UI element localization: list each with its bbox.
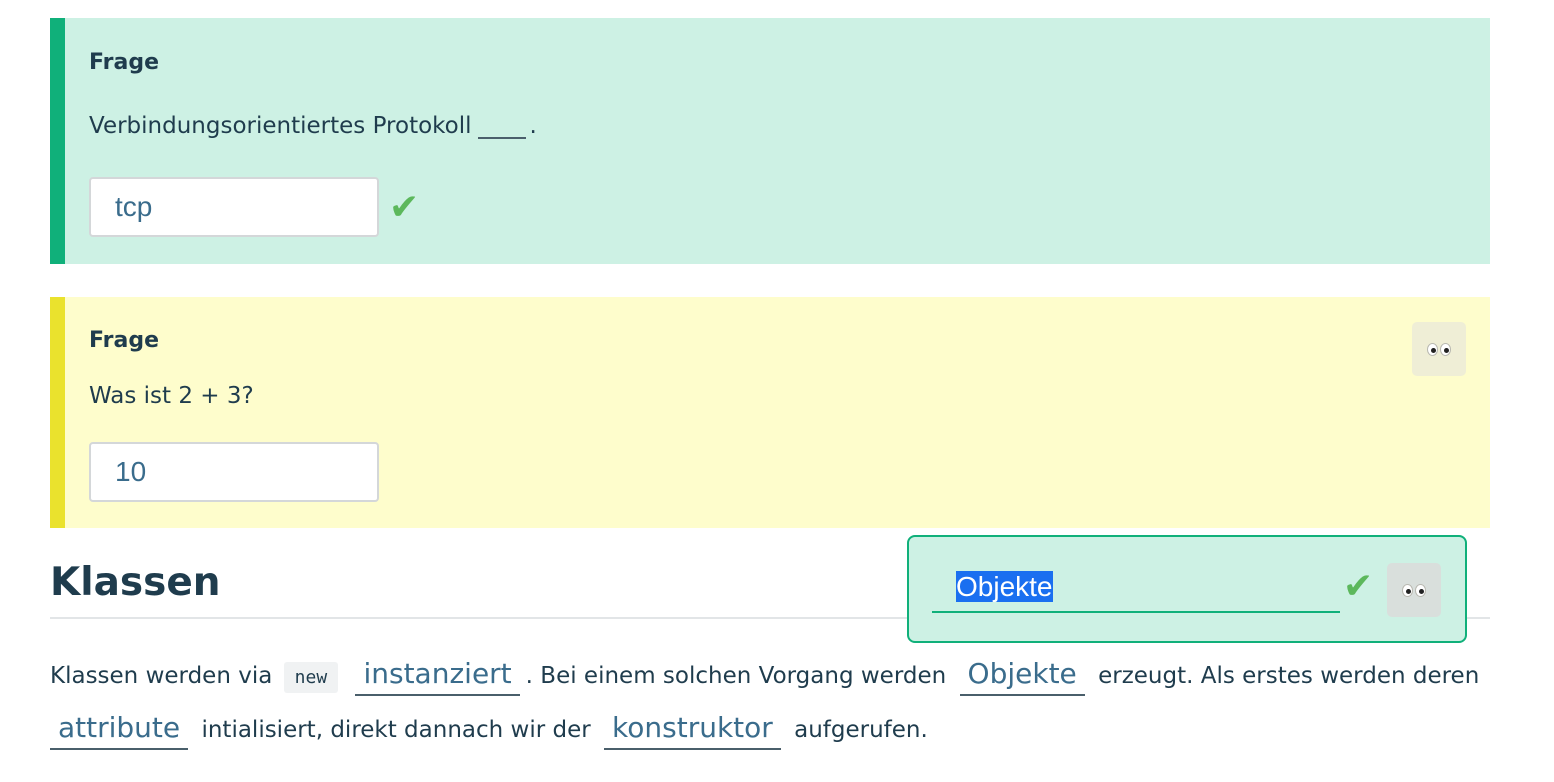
gap-konstruktor[interactable]: konstruktor [604, 711, 781, 750]
page: Frage Verbindungsorientiertes Protokoll.… [0, 0, 1554, 782]
question-card-correct: Frage Verbindungsorientiertes Protokoll.… [50, 18, 1490, 264]
reveal-answer-button[interactable] [1412, 322, 1466, 376]
paragraph-text: erzeugt. Als erstes werden deren [1098, 663, 1480, 689]
answer-input[interactable]: 10 [89, 442, 379, 502]
question-text: Verbindungsorientiertes Protokoll. [89, 113, 537, 139]
paragraph-line: attribute intialisiert, direkt dannach w… [50, 711, 928, 750]
reveal-answer-button[interactable] [1387, 563, 1441, 617]
check-icon: ✔ [1343, 566, 1374, 607]
question-title: Frage [89, 328, 159, 353]
paragraph-text: intialisiert, direkt dannach wir der [201, 717, 591, 743]
question-text: Was ist 2 + 3? [89, 383, 254, 409]
blank-line [477, 113, 526, 139]
section-heading: Klassen [50, 560, 221, 605]
eyes-icon [1401, 578, 1427, 602]
question-trailing-punct: . [529, 113, 537, 139]
paragraph-text: aufgerufen. [794, 717, 928, 743]
gap-objekte[interactable]: Objekte [959, 657, 1085, 696]
gap-answer-popover: Objekte ✔ [907, 535, 1467, 643]
paragraph-text: Klassen werden via [50, 663, 273, 689]
question-title: Frage [89, 50, 159, 75]
inline-code: new [283, 662, 339, 693]
gap-instanziert[interactable]: instanziert [355, 657, 520, 696]
question-card-pending: Frage Was ist 2 + 3? 10 [50, 297, 1490, 528]
answer-input[interactable]: tcp [89, 177, 379, 237]
selected-text: Objekte [956, 571, 1053, 602]
gap-attribute[interactable]: attribute [50, 711, 189, 750]
paragraph-text: . Bei einem solchen Vorgang werden [525, 663, 947, 689]
check-icon: ✔ [389, 187, 420, 228]
gap-answer-input[interactable]: Objekte [932, 567, 1340, 613]
eyes-icon [1426, 337, 1452, 361]
paragraph-line: Klassen werden via new instanziert. Bei … [50, 657, 1479, 696]
question-prompt: Verbindungsorientiertes Protokoll [89, 113, 472, 139]
